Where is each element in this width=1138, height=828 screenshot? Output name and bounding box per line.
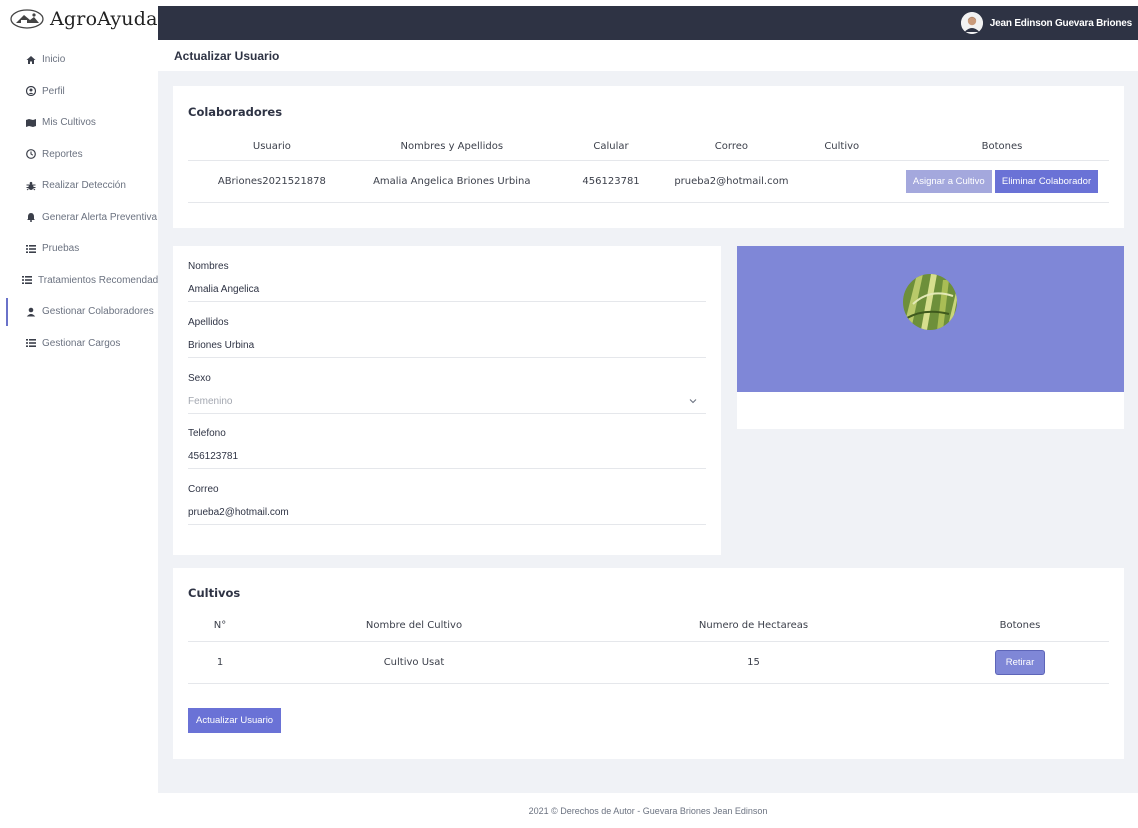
cell-nombres: Amalia Angelica Briones Urbina (355, 160, 548, 203)
cell-cultivo (788, 160, 895, 203)
column-header-usuario: Usuario (188, 134, 356, 161)
column-header-hectareas: Numero de Hectareas (576, 611, 931, 642)
sidebar-item-tratamientos[interactable]: Tratamientos Recomendados (0, 265, 169, 297)
column-header-nombres: Nombres y Apellidos (355, 134, 548, 161)
table-row: ABriones2021521878 Amalia Angelica Brion… (188, 160, 1109, 203)
home-icon (26, 55, 36, 65)
column-header-numero: N° (188, 611, 252, 642)
list-icon (22, 275, 32, 285)
user-name: Jean Edinson Guevara Briones (989, 17, 1132, 29)
sidebar-item-label: Realizar Detección (42, 180, 126, 192)
collaborators-table: Usuario Nombres y Apellidos Calular Corr… (188, 134, 1109, 203)
cell-hectareas: 15 (576, 641, 931, 684)
brand-name: AgroAyuda (50, 8, 158, 30)
chevron-down-icon[interactable] (688, 396, 698, 406)
crops-card: Cultivos N° Nombre del Cultivo Numero de… (173, 568, 1124, 759)
profile-banner (737, 246, 1124, 392)
sidebar-item-gestionar-colaboradores[interactable]: Gestionar Colaboradores (0, 296, 158, 328)
main-content: Actualizar Usuario Colaboradores Usuario… (158, 40, 1138, 828)
user-circle-icon (26, 86, 36, 97)
apellidos-field[interactable]: Apellidos Briones Urbina (188, 302, 706, 358)
column-header-botones: Botones (895, 134, 1109, 161)
column-header-cultivo: Cultivo (788, 134, 895, 161)
update-user-button[interactable]: Actualizar Usuario (188, 708, 282, 733)
crop-photo (903, 274, 957, 330)
telefono-label: Telefono (188, 428, 226, 439)
sidebar-item-pruebas[interactable]: Pruebas (0, 233, 158, 265)
correo-label: Correo (188, 484, 219, 495)
sidebar-item-label: Mis Cultivos (42, 117, 96, 129)
user-avatar-icon (960, 12, 983, 34)
topbar: Jean Edinson Guevara Briones (158, 6, 1138, 40)
cell-nombre-cultivo: Cultivo Usat (252, 641, 576, 684)
sidebar-item-label: Tratamientos Recomendados (38, 274, 169, 286)
sidebar-item-label: Pruebas (42, 243, 80, 255)
user-icon (26, 307, 36, 317)
clock-icon (26, 149, 36, 160)
list-icon (26, 244, 36, 254)
sexo-select[interactable]: Femenino (188, 396, 232, 407)
column-header-correo: Correo (674, 134, 789, 161)
remove-crop-button[interactable]: Retirar (995, 650, 1045, 674)
cell-celular: 456123781 (547, 160, 675, 203)
profile-image-card (737, 246, 1124, 429)
telefono-input[interactable]: 456123781 (188, 451, 238, 462)
bug-icon (26, 181, 36, 191)
correo-input[interactable]: prueba2@hotmail.com (188, 507, 289, 518)
sidebar-item-generar-alerta[interactable]: Generar Alerta Preventiva (0, 202, 158, 234)
sidebar: AgroAyuda Inicio Perfil Mis Cultivos Rep… (0, 0, 169, 828)
bell-icon (26, 212, 36, 223)
crops-table: N° Nombre del Cultivo Numero de Hectarea… (188, 611, 1109, 684)
table-row: 1 Cultivo Usat 15 Retirar (188, 641, 1109, 684)
user-menu[interactable]: Jean Edinson Guevara Briones (960, 12, 1132, 34)
nombres-label: Nombres (188, 261, 229, 272)
table-header-row: N° Nombre del Cultivo Numero de Hectarea… (188, 611, 1109, 642)
collaborators-card: Colaboradores Usuario Nombres y Apellido… (173, 86, 1124, 228)
apellidos-input[interactable]: Briones Urbina (188, 340, 254, 351)
sexo-field[interactable]: Sexo Femenino (188, 358, 706, 414)
map-icon (26, 118, 36, 128)
delete-collaborator-button[interactable]: Eliminar Colaborador (994, 169, 1099, 193)
cell-numero: 1 (188, 641, 252, 684)
assign-crop-button[interactable]: Asignar a Cultivo (905, 169, 992, 193)
crop-photo-image (903, 274, 957, 330)
sidebar-item-label: Generar Alerta Preventiva (42, 211, 158, 223)
list-icon (26, 338, 36, 348)
nombres-field[interactable]: Nombres Amalia Angelica (188, 246, 706, 302)
column-header-celular: Calular (547, 134, 675, 161)
telefono-field[interactable]: Telefono 456123781 (188, 413, 706, 469)
sexo-label: Sexo (188, 373, 211, 384)
sidebar-item-label: Gestionar Cargos (42, 337, 121, 349)
cell-usuario: ABriones2021521878 (188, 160, 356, 203)
sidebar-item-perfil[interactable]: Perfil (0, 76, 158, 108)
cell-botones: Retirar (931, 641, 1109, 684)
avatar (960, 12, 983, 34)
page-title: Actualizar Usuario (158, 40, 1138, 71)
table-header-row: Usuario Nombres y Apellidos Calular Corr… (188, 134, 1109, 161)
cell-correo: prueba2@hotmail.com (674, 160, 789, 203)
crops-title: Cultivos (188, 586, 241, 600)
sidebar-nav: Inicio Perfil Mis Cultivos Reportes Real… (0, 44, 169, 360)
sidebar-item-realizar-deteccion[interactable]: Realizar Detección (0, 170, 158, 202)
sidebar-item-label: Gestionar Colaboradores (42, 306, 154, 318)
sidebar-item-inicio[interactable]: Inicio (0, 44, 158, 76)
sidebar-item-gestionar-cargos[interactable]: Gestionar Cargos (0, 328, 158, 360)
sidebar-item-reportes[interactable]: Reportes (0, 139, 158, 171)
sidebar-item-label: Perfil (42, 85, 65, 97)
nombres-input[interactable]: Amalia Angelica (188, 284, 259, 295)
apellidos-label: Apellidos (188, 317, 229, 328)
brand[interactable]: AgroAyuda (0, 0, 158, 38)
sidebar-item-label: Inicio (42, 54, 66, 66)
farm-logo-icon (10, 9, 44, 29)
user-form-card: Nombres Amalia Angelica Apellidos Brione… (173, 246, 721, 555)
column-header-nombre-cultivo: Nombre del Cultivo (252, 611, 576, 642)
correo-field[interactable]: Correo prueba2@hotmail.com (188, 469, 706, 525)
cell-botones: Asignar a Cultivo Eliminar Colaborador (895, 160, 1109, 203)
sidebar-item-mis-cultivos[interactable]: Mis Cultivos (0, 107, 158, 139)
collaborators-title: Colaboradores (188, 105, 283, 119)
footer: 2021 © Derechos de Autor - Guevara Brion… (158, 793, 1138, 828)
column-header-botones: Botones (931, 611, 1109, 642)
sidebar-item-label: Reportes (42, 148, 83, 160)
